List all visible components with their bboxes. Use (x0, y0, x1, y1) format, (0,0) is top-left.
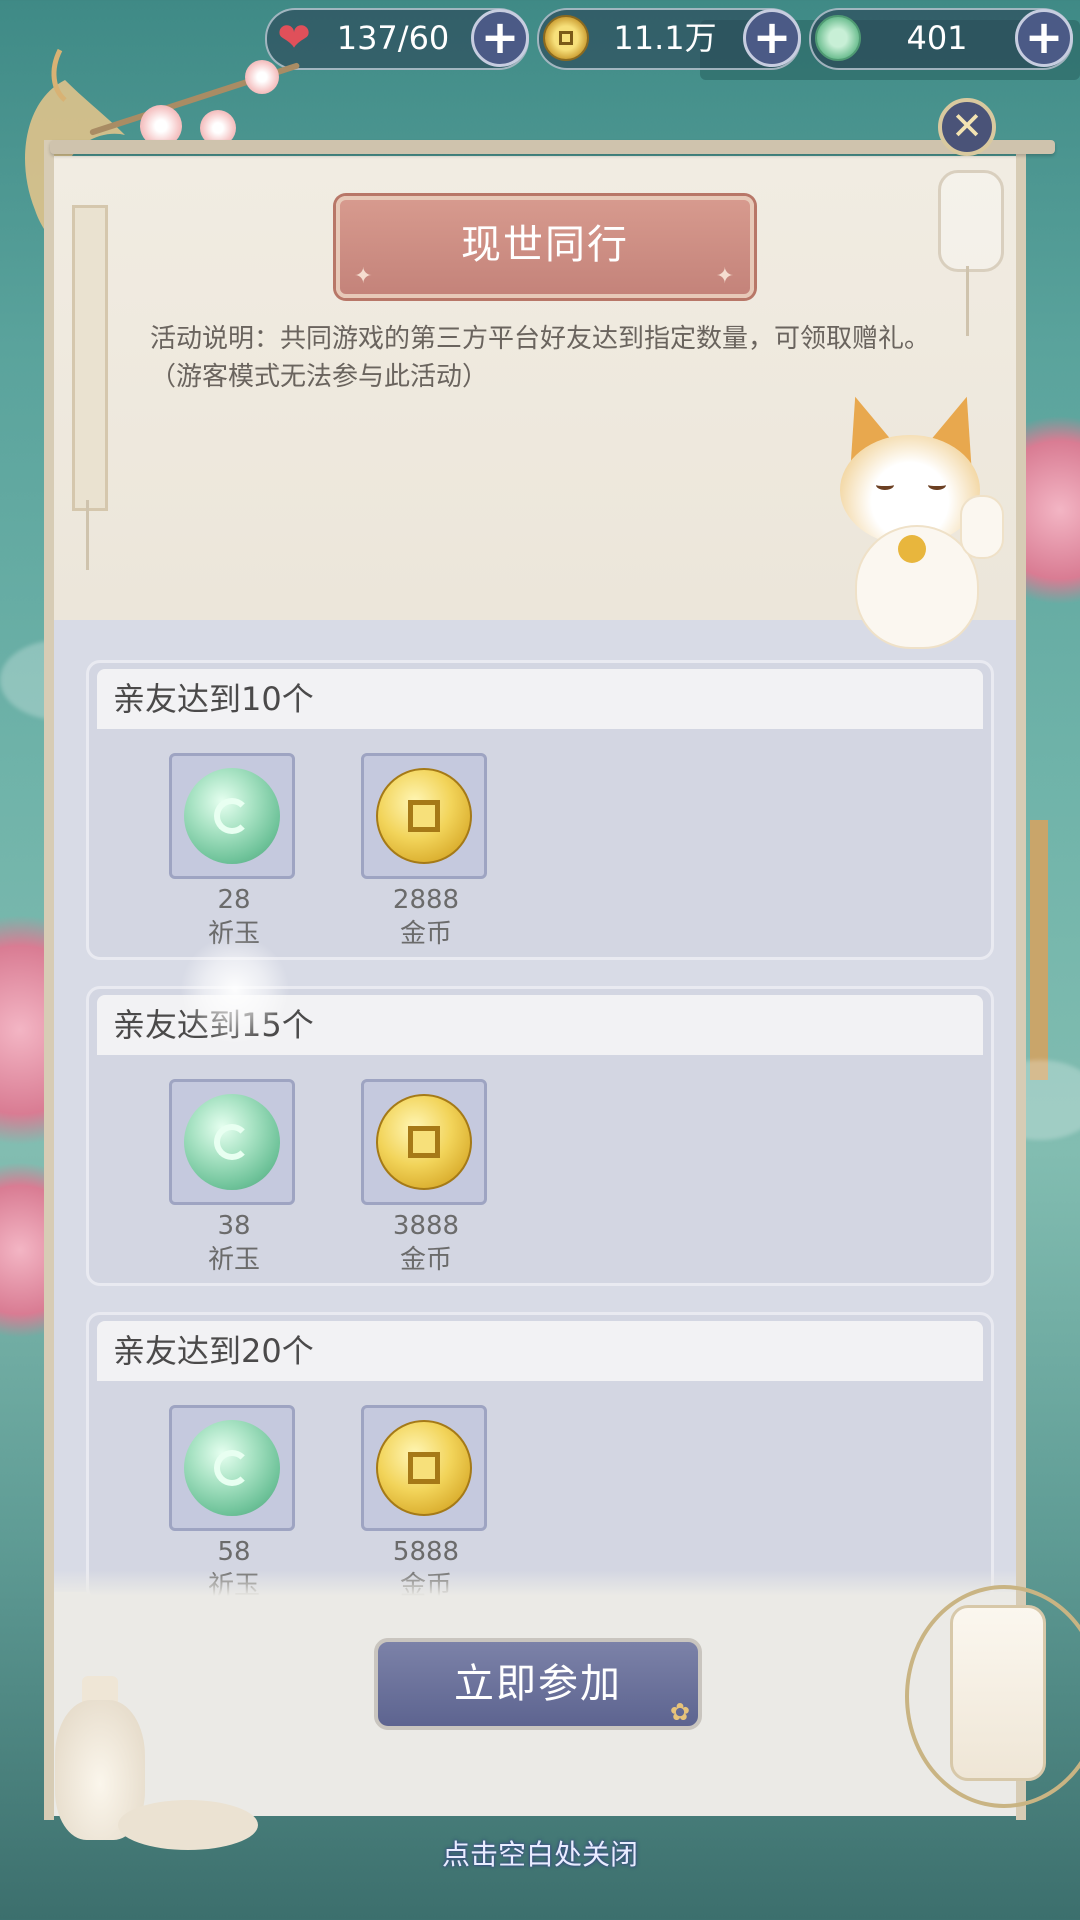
panel-frame-right (1016, 140, 1026, 1820)
lantern-tassel-decoration (966, 266, 969, 336)
stamina-counter: ❤ 137/60 + (265, 8, 529, 70)
coin-icon (376, 768, 472, 864)
reward-item[interactable]: 38 祈玉 (169, 1079, 299, 1277)
panel-title-plate: ✦ 现世同行 ✦ (336, 196, 754, 298)
sparkle-effect (180, 935, 290, 1045)
reward-group-label: 亲友达到10个 (113, 680, 314, 718)
reward-group-label: 亲友达到20个 (113, 1332, 314, 1370)
reward-item[interactable]: 3888 金币 (361, 1079, 491, 1277)
hanging-string-decoration (86, 500, 89, 570)
jade-icon (184, 1420, 280, 1516)
background-pillar (1030, 820, 1048, 1080)
butterfly-icon: ✿ (669, 1698, 692, 1726)
reward-group: 亲友达到10个 28 祈玉 2888 金币 (86, 660, 994, 960)
coin-counter: 11.1万 + (537, 8, 801, 70)
add-coins-button[interactable]: + (743, 9, 801, 67)
mascot-paw (960, 495, 1004, 559)
resource-bar: ❤ 137/60 + 11.1万 + 401 + (265, 8, 1075, 70)
title-ornament-icon: ✦ (715, 264, 736, 289)
reward-quantity: 2888 (392, 885, 460, 915)
reward-name: 祈玉 (207, 1245, 260, 1275)
blossom-decoration (245, 60, 279, 94)
coin-icon (376, 1420, 472, 1516)
join-now-button[interactable]: 立即参加 ✿ (374, 1638, 702, 1730)
close-button[interactable]: ✕ (938, 98, 996, 156)
hanging-lantern-decoration (938, 170, 1004, 272)
mascot-bell (898, 535, 926, 563)
reward-group: 亲友达到20个 58 祈玉 5888 金币 (86, 1312, 994, 1602)
reward-item[interactable]: 28 祈玉 (169, 753, 299, 951)
coin-icon (543, 15, 589, 61)
jade-value: 401 (906, 19, 968, 57)
reward-slot[interactable] (361, 753, 487, 879)
panel-frame-top (50, 140, 1055, 154)
add-stamina-button[interactable]: + (471, 9, 529, 67)
fox-mascot-image (810, 388, 1010, 655)
panel-frame-left (44, 140, 54, 1820)
reward-group-header: 亲友达到10个 (97, 669, 983, 729)
title-ornament-icon: ✦ (354, 264, 375, 289)
jade-counter: 401 + (809, 8, 1073, 70)
reward-quantity: 3888 (392, 1211, 460, 1241)
reward-slot[interactable] (169, 1405, 295, 1531)
reward-slot[interactable] (361, 1405, 487, 1531)
stamina-value: 137/60 (336, 19, 450, 57)
reward-quantity: 58 (217, 1537, 251, 1567)
reward-quantity: 38 (217, 1211, 251, 1241)
jade-icon (184, 1094, 280, 1190)
reward-name: 金币 (399, 1245, 452, 1275)
lantern-decoration (950, 1605, 1046, 1781)
jade-icon (184, 768, 280, 864)
reward-name: 金币 (399, 919, 452, 949)
scroll-fade (54, 1570, 1016, 1596)
reward-item[interactable]: 2888 金币 (361, 753, 491, 951)
panel-title: 现世同行 (461, 222, 629, 268)
reward-quantity: 28 (217, 885, 251, 915)
mascot-eye (876, 480, 894, 490)
coin-value: 11.1万 (613, 19, 717, 57)
heart-icon: ❤ (277, 15, 311, 61)
add-jade-button[interactable]: + (1015, 9, 1073, 67)
reward-slot[interactable] (361, 1079, 487, 1205)
reward-quantity: 5888 (392, 1537, 460, 1567)
activity-description: 活动说明：共同游戏的第三方平台好友达到指定数量，可领取赠礼。（游客模式无法参与此… (150, 324, 931, 392)
reward-slot[interactable] (169, 753, 295, 879)
tap-to-close-hint: 点击空白处关闭 (441, 1838, 638, 1871)
jade-icon (815, 15, 861, 61)
coin-icon (376, 1094, 472, 1190)
reward-group-header: 亲友达到20个 (97, 1321, 983, 1381)
join-now-label: 立即参加 (454, 1661, 622, 1707)
reward-slot[interactable] (169, 1079, 295, 1205)
hanging-scroll-decoration (72, 205, 108, 511)
mascot-eye (928, 480, 946, 490)
